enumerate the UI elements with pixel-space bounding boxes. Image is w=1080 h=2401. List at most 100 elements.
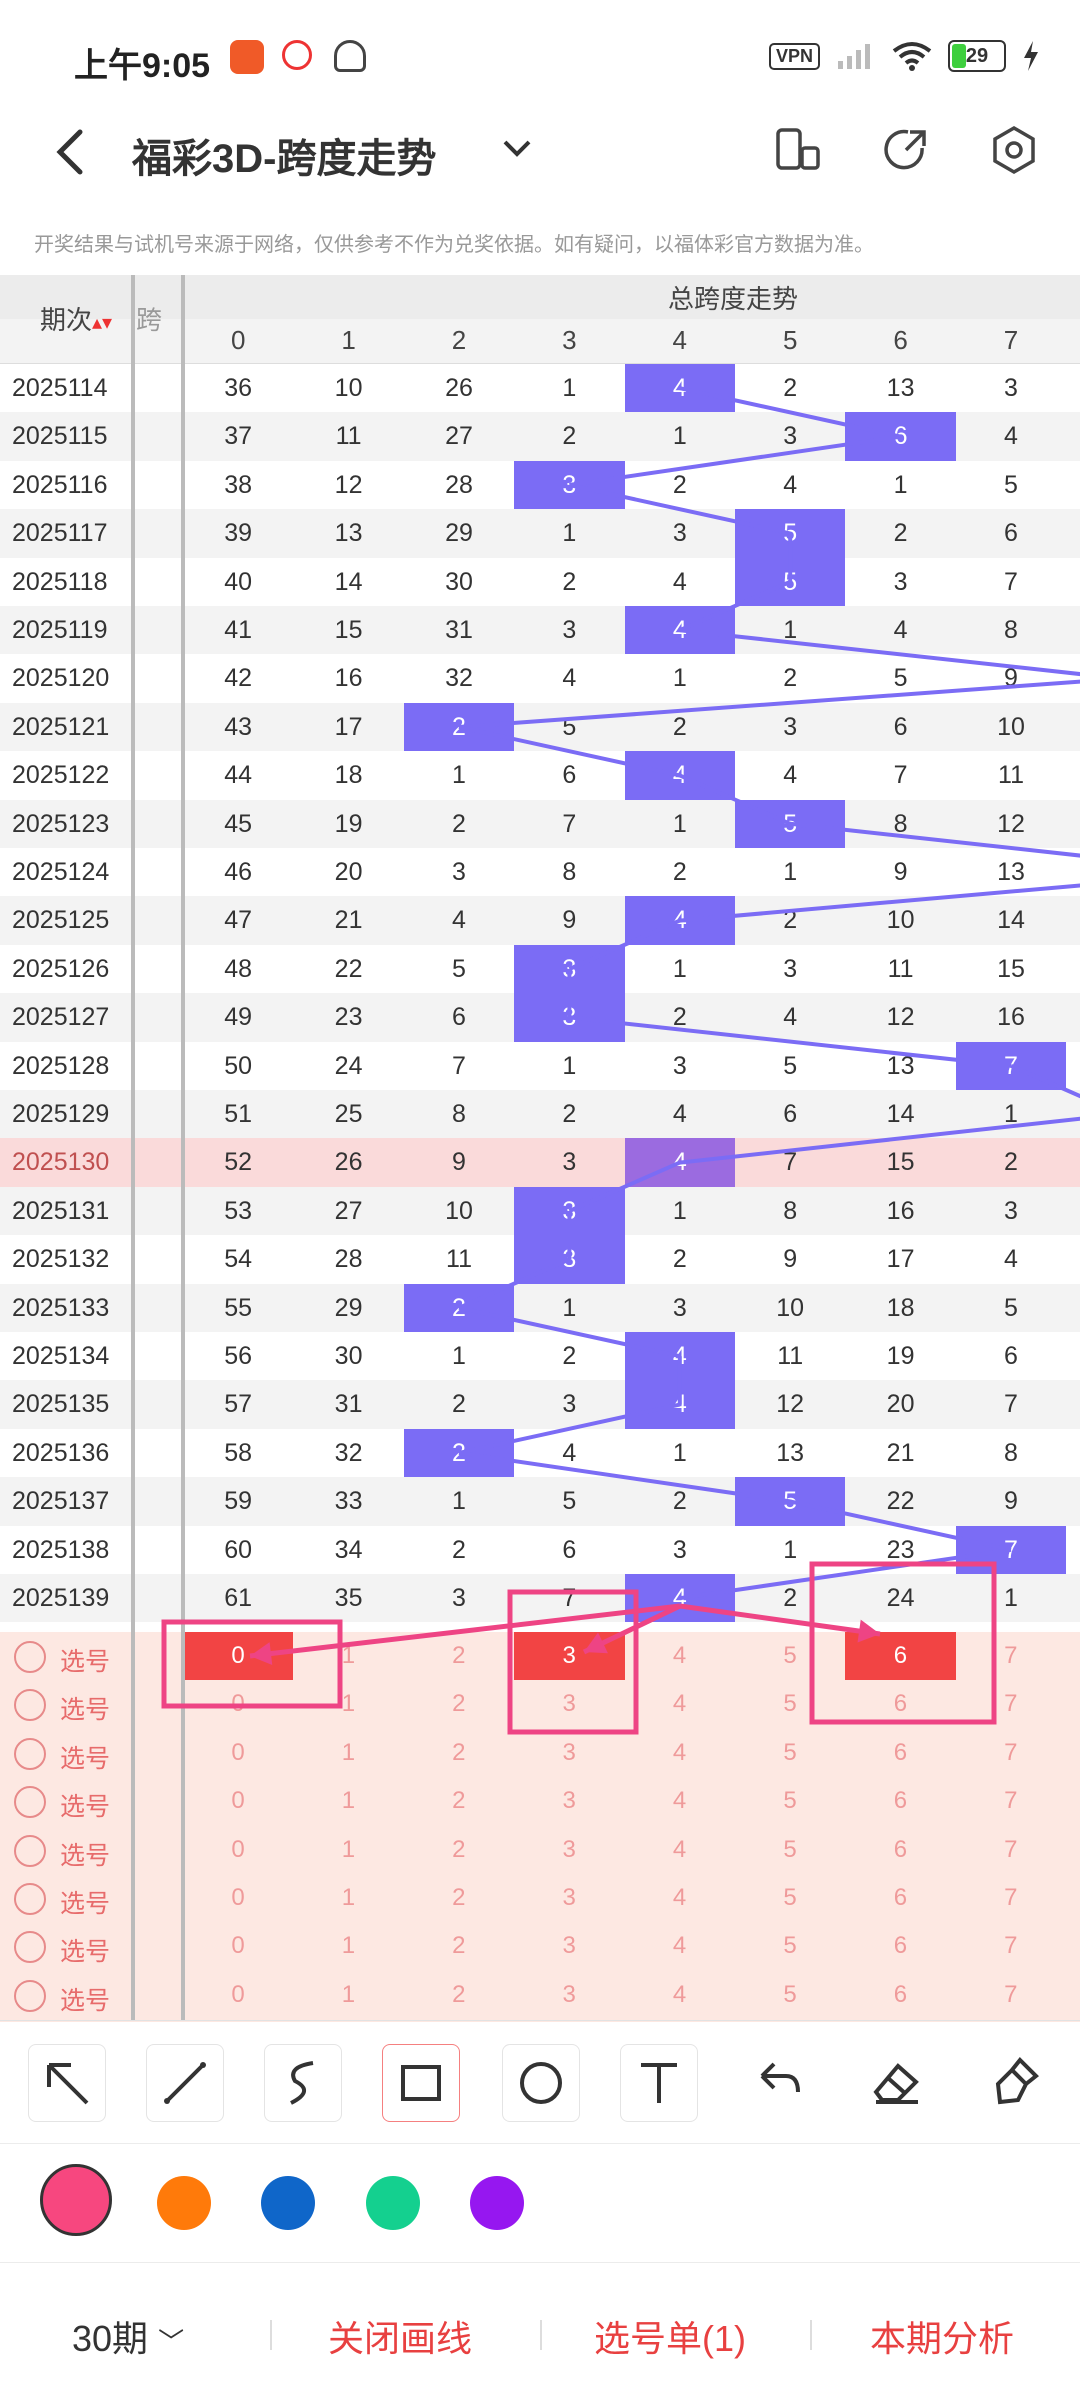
pick-number[interactable]: 0 <box>183 1739 293 1767</box>
pick-number[interactable]: 1 <box>293 1787 403 1815</box>
pick-number[interactable]: 3 <box>514 1739 624 1767</box>
page-title[interactable]: 福彩3D-跨度走势 <box>132 126 436 184</box>
color-blue[interactable] <box>261 2176 315 2230</box>
color-orange[interactable] <box>157 2176 211 2230</box>
pick-number[interactable]: 1 <box>293 1836 403 1864</box>
pick-number[interactable]: 2 <box>404 1787 514 1815</box>
share-icon[interactable] <box>880 124 932 176</box>
pick-number[interactable]: 4 <box>625 1642 735 1670</box>
pick-row-checkbox[interactable] <box>14 1786 46 1819</box>
circle-tool-button[interactable] <box>502 2044 580 2122</box>
pick-number[interactable]: 6 <box>845 1787 955 1815</box>
pick-row-checkbox[interactable] <box>14 1641 46 1673</box>
pick-number[interactable]: 4 <box>625 1884 735 1912</box>
miss-cell: 8 <box>562 858 577 886</box>
pick-row-checkbox[interactable] <box>14 1834 46 1867</box>
pick-number[interactable]: 0 <box>183 1836 293 1864</box>
pick-number[interactable]: 0 <box>183 1690 293 1718</box>
column-period-header[interactable]: 期次▴▾ <box>40 300 112 337</box>
pick-number[interactable]: 1 <box>293 1739 403 1767</box>
pick-number[interactable]: 4 <box>625 1739 735 1767</box>
pick-number[interactable]: 5 <box>735 1884 845 1912</box>
pick-number[interactable]: 1 <box>293 1690 403 1718</box>
pick-number[interactable]: 7 <box>956 1642 1066 1670</box>
pick-number[interactable]: 1 <box>293 1981 403 2009</box>
color-green[interactable] <box>366 2176 420 2230</box>
hit-cell: 7 <box>955 1525 1067 1574</box>
color-pink-selected[interactable] <box>40 2164 112 2236</box>
pick-number[interactable]: 1 <box>293 1932 403 1960</box>
pick-number[interactable]: 7 <box>956 1884 1066 1912</box>
text-tool-button[interactable] <box>620 2044 698 2122</box>
close-draw-button[interactable]: 关闭画线 <box>328 2310 472 2362</box>
pick-number[interactable]: 4 <box>625 1836 735 1864</box>
pick-number[interactable]: 5 <box>735 1690 845 1718</box>
pick-number[interactable]: 3 <box>514 1981 624 2009</box>
pick-number[interactable]: 6 <box>845 1884 955 1912</box>
pick-number[interactable]: 0 <box>183 1884 293 1912</box>
freehand-tool-button[interactable] <box>264 2044 342 2122</box>
pick-row-checkbox[interactable] <box>14 1979 46 2012</box>
clear-button[interactable] <box>976 2044 1052 2120</box>
eraser-button[interactable] <box>858 2044 934 2120</box>
rectangle-tool-button[interactable] <box>382 2044 460 2122</box>
pick-number[interactable]: 2 <box>404 1981 514 2009</box>
pick-number[interactable]: 6 <box>845 1642 955 1670</box>
pick-number[interactable]: 5 <box>735 1642 845 1670</box>
pick-number[interactable]: 6 <box>845 1739 955 1767</box>
pick-number[interactable]: 3 <box>514 1690 624 1718</box>
pick-row-checkbox[interactable] <box>14 1931 46 1964</box>
pick-number[interactable]: 4 <box>625 1981 735 2009</box>
pick-number[interactable]: 3 <box>514 1884 624 1912</box>
pick-number[interactable]: 3 <box>514 1836 624 1864</box>
pick-row-checkbox[interactable] <box>14 1737 46 1770</box>
pick-number[interactable]: 0 <box>183 1932 293 1960</box>
pick-number[interactable]: 7 <box>956 1981 1066 2009</box>
pick-list-button[interactable]: 选号单(1) <box>594 2310 746 2362</box>
pick-number[interactable]: 1 <box>293 1884 403 1912</box>
pick-number[interactable]: 2 <box>404 1739 514 1767</box>
miss-cell: 53 <box>224 1196 253 1225</box>
period-analysis-button[interactable]: 本期分析 <box>870 2310 1014 2362</box>
pick-number[interactable]: 6 <box>845 1981 955 2009</box>
pick-number[interactable]: 2 <box>404 1836 514 1864</box>
pick-number[interactable]: 7 <box>956 1739 1066 1767</box>
settings-icon[interactable] <box>988 124 1040 176</box>
back-button[interactable] <box>48 122 92 182</box>
pick-number[interactable]: 0 <box>183 1642 293 1670</box>
pick-number[interactable]: 3 <box>514 1932 624 1960</box>
device-switch-icon[interactable] <box>772 124 824 176</box>
pick-number[interactable]: 5 <box>735 1739 845 1767</box>
pick-number[interactable]: 4 <box>625 1787 735 1815</box>
pick-row-checkbox[interactable] <box>14 1883 46 1915</box>
pick-number[interactable]: 7 <box>956 1932 1066 1960</box>
pick-number[interactable]: 5 <box>735 1981 845 2009</box>
pick-number[interactable]: 3 <box>514 1787 624 1815</box>
pick-number[interactable]: 7 <box>956 1690 1066 1718</box>
pick-number[interactable]: 6 <box>845 1690 955 1718</box>
pick-number[interactable]: 5 <box>735 1787 845 1815</box>
pick-number[interactable]: 6 <box>845 1836 955 1864</box>
pick-number[interactable]: 0 <box>183 1981 293 2009</box>
arrow-tool-button[interactable] <box>28 2044 106 2122</box>
pick-number[interactable]: 2 <box>404 1884 514 1912</box>
period-select[interactable]: 30期 ﹀ <box>72 2310 184 2362</box>
title-dropdown[interactable] <box>500 130 534 173</box>
undo-button[interactable] <box>740 2044 816 2120</box>
pick-number[interactable]: 3 <box>514 1642 624 1670</box>
pick-number[interactable]: 2 <box>404 1932 514 1960</box>
pick-number[interactable]: 1 <box>293 1642 403 1670</box>
pick-number[interactable]: 2 <box>404 1642 514 1670</box>
pick-number[interactable]: 4 <box>625 1932 735 1960</box>
pick-number[interactable]: 4 <box>625 1690 735 1718</box>
pick-number[interactable]: 2 <box>404 1690 514 1718</box>
pick-number[interactable]: 6 <box>845 1932 955 1960</box>
pick-number[interactable]: 7 <box>956 1787 1066 1815</box>
pick-number[interactable]: 5 <box>735 1932 845 1960</box>
pick-number[interactable]: 7 <box>956 1836 1066 1864</box>
line-tool-button[interactable] <box>146 2044 224 2122</box>
pick-number[interactable]: 5 <box>735 1836 845 1864</box>
pick-number[interactable]: 0 <box>183 1787 293 1815</box>
pick-row-checkbox[interactable] <box>14 1689 46 1722</box>
color-purple[interactable] <box>470 2176 524 2230</box>
